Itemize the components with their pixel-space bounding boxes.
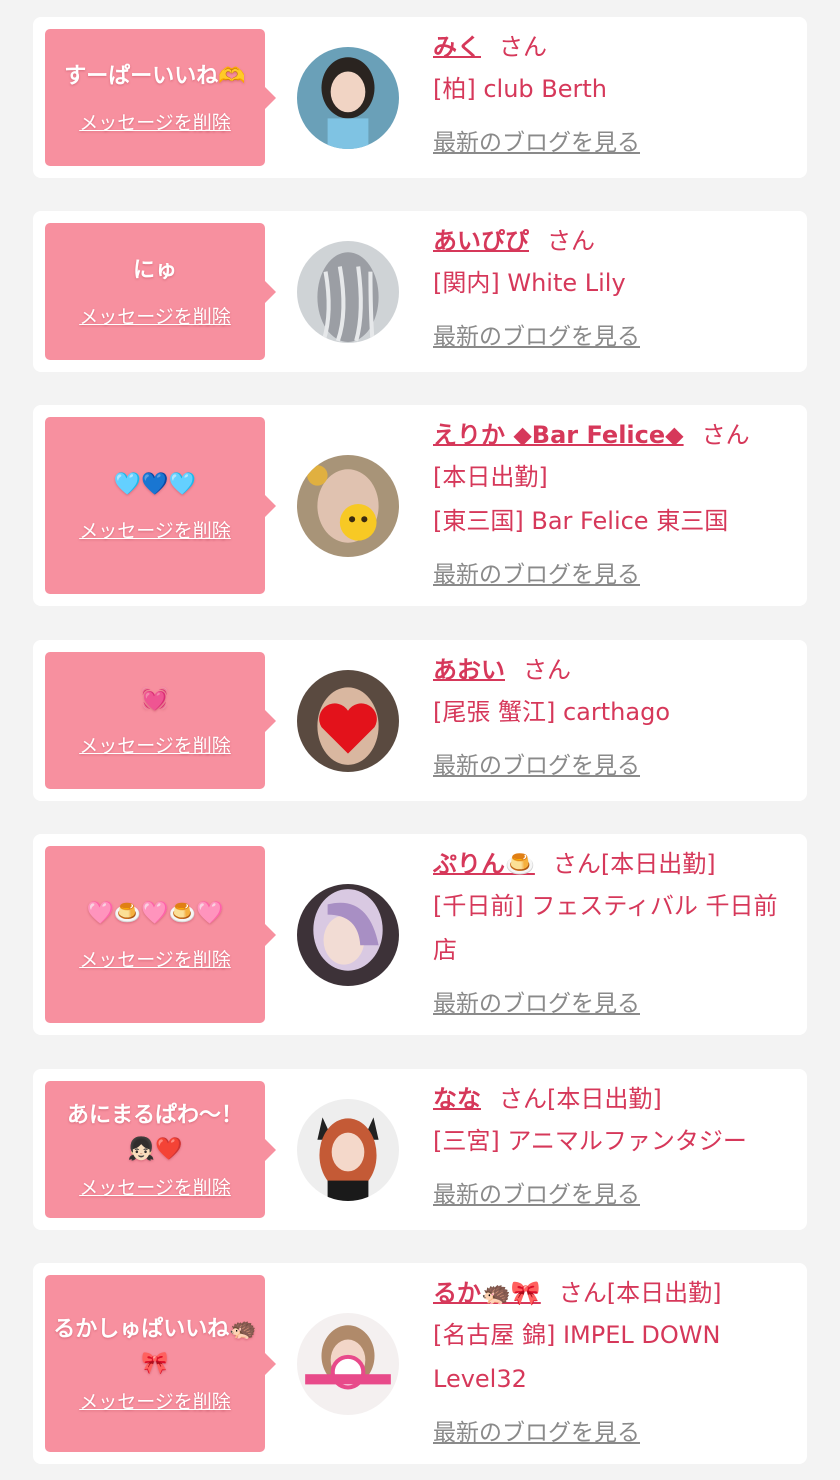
cast-info: あいぴぴ さん [関内] White Lily 最新のブログを見る	[433, 221, 789, 351]
latest-blog-link[interactable]: 最新のブログを見る	[433, 1175, 640, 1209]
message-text: 🩵💙🩵	[113, 472, 197, 497]
delete-message-link[interactable]: メッセージを削除	[79, 302, 231, 329]
cast-info: なな さん[本日出勤] [三宮] アニマルファンタジー 最新のブログを見る	[433, 1079, 789, 1209]
message-bubble: にゅ メッセージを削除	[45, 223, 276, 360]
honorific: さん	[499, 33, 547, 61]
honorific: さん	[552, 850, 601, 878]
message-bubble: 🩷🍮🩷🍮🩷 メッセージを削除	[45, 846, 276, 1023]
avatar[interactable]	[297, 1312, 399, 1415]
shop-text: [尾張 蟹江] carthago	[433, 698, 670, 726]
honorific: さん	[701, 421, 750, 449]
cast-name-link[interactable]: あいぴぴ	[433, 227, 529, 255]
shop-text: [東三国] Bar Felice 東三国	[433, 507, 729, 535]
shop-text: [関内] White Lily	[433, 269, 626, 297]
favorites-list: すーぱーいいね🫶 メッセージを削除 みく さん [柏] club Berth 最新…	[0, 0, 840, 1480]
delete-message-link[interactable]: メッセージを削除	[79, 945, 231, 972]
message-text: るかしゅぱいいね🦔🎀	[53, 1317, 257, 1376]
cast-name-link[interactable]: なな	[433, 1085, 481, 1113]
shop-text: [柏] club Berth	[433, 75, 608, 103]
latest-blog-link[interactable]: 最新のブログを見る	[433, 123, 640, 157]
honorific: さん	[499, 1085, 547, 1113]
cast-name-link[interactable]: るか🦔🎀	[433, 1279, 541, 1307]
message-text: 🩷🍮🩷🍮🩷	[86, 901, 224, 926]
delete-message-link[interactable]: メッセージを削除	[79, 108, 231, 135]
latest-blog-link[interactable]: 最新のブログを見る	[433, 317, 640, 351]
cast-name-link[interactable]: あおい	[433, 656, 505, 684]
message-bubble: あにまるぱわ〜！👧🏻❤️ メッセージを削除	[45, 1081, 276, 1218]
delete-message-link[interactable]: メッセージを削除	[79, 1387, 231, 1414]
avatar[interactable]	[297, 240, 399, 343]
list-item: すーぱーいいね🫶 メッセージを削除 みく さん [柏] club Berth 最新…	[33, 17, 807, 178]
list-item: るかしゅぱいいね🦔🎀 メッセージを削除 るか🦔🎀 さん[本日出勤] [名古屋 錦]…	[33, 1263, 807, 1464]
status-text: [本日出勤]	[606, 1279, 722, 1307]
message-bubble: 💓 メッセージを削除	[45, 652, 276, 789]
shop-text: [千日前] フェスティバル 千日前店	[433, 892, 778, 964]
delete-message-link[interactable]: メッセージを削除	[79, 1173, 231, 1200]
message-bubble: 🩵💙🩵 メッセージを削除	[45, 417, 276, 594]
avatar[interactable]	[297, 454, 399, 557]
message-bubble: すーぱーいいね🫶 メッセージを削除	[45, 29, 276, 166]
list-item: にゅ メッセージを削除 あいぴぴ さん [関内] White Lily 最新のブロ…	[33, 211, 807, 372]
latest-blog-link[interactable]: 最新のブログを見る	[433, 555, 640, 589]
cast-info: るか🦔🎀 さん[本日出勤] [名古屋 錦] IMPEL DOWN Level32 …	[433, 1273, 789, 1447]
list-item: 🩵💙🩵 メッセージを削除 えりか ◆Bar Felice◆ さん [本日出勤] […	[33, 405, 807, 606]
shop-text: [三宮] アニマルファンタジー	[433, 1127, 747, 1155]
list-item: 💓 メッセージを削除 あおい さん [尾張 蟹江] carthago 最新のブログ…	[33, 640, 807, 801]
delete-message-link[interactable]: メッセージを削除	[79, 516, 231, 543]
cast-info: えりか ◆Bar Felice◆ さん [本日出勤] [東三国] Bar Feli…	[433, 415, 789, 589]
status-text: [本日出勤]	[600, 850, 716, 878]
latest-blog-link[interactable]: 最新のブログを見る	[433, 746, 640, 780]
latest-blog-link[interactable]: 最新のブログを見る	[433, 1413, 640, 1447]
list-item: 🩷🍮🩷🍮🩷 メッセージを削除 ぷりん🍮 さん[本日出勤] [千日前] フェスティバ…	[33, 834, 807, 1035]
cast-info: ぷりん🍮 さん[本日出勤] [千日前] フェスティバル 千日前店 最新のブログを見…	[433, 844, 789, 1018]
list-item: あにまるぱわ〜！👧🏻❤️ メッセージを削除 なな さん[本日出勤] [三宮] アニ…	[33, 1069, 807, 1230]
latest-blog-link[interactable]: 最新のブログを見る	[433, 984, 640, 1018]
cast-name-link[interactable]: えりか ◆Bar Felice◆	[433, 421, 684, 449]
honorific: さん	[523, 656, 571, 684]
avatar[interactable]	[297, 1098, 399, 1201]
honorific: さん	[547, 227, 595, 255]
avatar[interactable]	[297, 669, 399, 772]
status-text: [本日出勤]	[433, 463, 548, 491]
cast-name-link[interactable]: みく	[433, 33, 481, 61]
shop-text: [名古屋 錦] IMPEL DOWN Level32	[433, 1321, 721, 1393]
honorific: さん	[558, 1279, 607, 1307]
message-text: あにまるぱわ〜！👧🏻❤️	[66, 1103, 243, 1162]
cast-info: あおい さん [尾張 蟹江] carthago 最新のブログを見る	[433, 650, 789, 780]
message-text: すーぱーいいね🫶	[64, 64, 246, 89]
status-text: [本日出勤]	[547, 1085, 662, 1113]
delete-message-link[interactable]: メッセージを削除	[79, 731, 231, 758]
message-text: にゅ	[132, 258, 177, 283]
cast-name-link[interactable]: ぷりん🍮	[433, 850, 535, 878]
message-text: 💓	[141, 687, 169, 712]
cast-info: みく さん [柏] club Berth 最新のブログを見る	[433, 27, 789, 157]
avatar[interactable]	[297, 883, 399, 986]
message-bubble: るかしゅぱいいね🦔🎀 メッセージを削除	[45, 1275, 276, 1452]
avatar[interactable]	[297, 46, 399, 149]
